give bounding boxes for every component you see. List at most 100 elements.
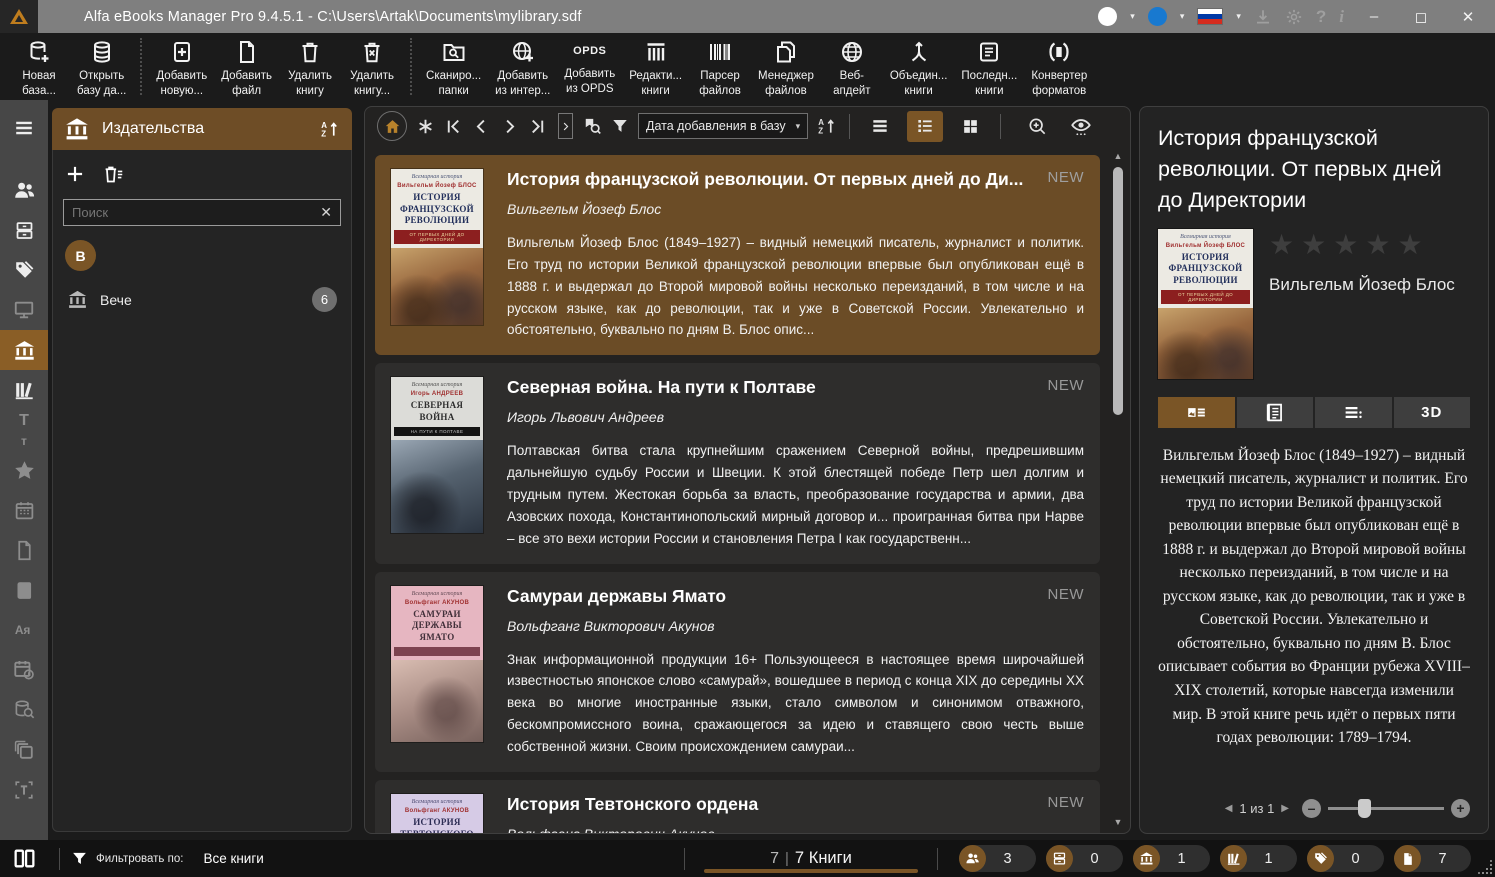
saved-search-icon[interactable] xyxy=(582,116,602,136)
sidebar-item-authors[interactable] xyxy=(0,170,48,210)
sidebar-item-calendar[interactable] xyxy=(0,490,48,530)
scroll-up-icon[interactable]: ▲ xyxy=(1111,151,1125,161)
book-card[interactable]: Всемирная историяВольфганг АКУНОВИСТОРИЯ… xyxy=(375,780,1100,833)
add-file-button[interactable]: Добавитьфайл xyxy=(214,33,279,100)
alphabet-index-badge[interactable]: В xyxy=(65,240,96,271)
pager-prev-icon[interactable]: ◀ xyxy=(1225,803,1233,814)
detail-book-author[interactable]: Вильгельм Йозеф Блос xyxy=(1269,275,1470,295)
new-database-button[interactable]: Новаябаза... xyxy=(8,33,70,100)
star-icon[interactable]: ★ xyxy=(1301,229,1333,260)
home-button[interactable] xyxy=(377,111,407,141)
help-icon[interactable]: ? xyxy=(1316,7,1326,27)
add-from-internet-button[interactable]: Добавитьиз интер... xyxy=(488,33,557,100)
theme-color-swatch-light[interactable] xyxy=(1098,7,1117,26)
sort-az-icon[interactable] xyxy=(320,119,340,139)
info-icon[interactable]: i xyxy=(1339,7,1344,27)
sidebar-item-publishers[interactable] xyxy=(0,330,48,370)
sidebar-item-favorites[interactable] xyxy=(0,450,48,490)
sidebar-item-languages[interactable] xyxy=(0,610,48,650)
minimize-button[interactable]: – xyxy=(1357,8,1391,25)
sidebar-item-dates[interactable] xyxy=(0,650,48,690)
theme-color-swatch-accent[interactable] xyxy=(1148,7,1167,26)
storage-count-badge[interactable]: 0 xyxy=(1046,845,1123,872)
resize-grip[interactable] xyxy=(1490,872,1492,874)
maximize-button[interactable]: ◻ xyxy=(1404,8,1438,26)
sidebar-item-titles[interactable] xyxy=(0,770,48,810)
files-count-badge[interactable]: 7 xyxy=(1394,845,1471,872)
sidebar-item-devices[interactable] xyxy=(0,290,48,330)
download-update-icon[interactable] xyxy=(1254,8,1272,26)
edit-books-button[interactable]: Редакти...книги xyxy=(622,33,689,100)
sidebar-item-series[interactable] xyxy=(0,370,48,410)
tab-overview[interactable] xyxy=(1158,397,1235,428)
rating-stars[interactable]: ★★★★★ xyxy=(1269,231,1470,259)
sidebar-item-storage[interactable] xyxy=(0,210,48,250)
last-record-button[interactable] xyxy=(528,117,547,136)
add-publisher-button[interactable] xyxy=(65,164,85,185)
zoom-in-icon[interactable]: + xyxy=(1451,799,1470,818)
sidebar-item-tags[interactable] xyxy=(0,250,48,290)
first-record-button[interactable] xyxy=(444,117,463,136)
file-manager-button[interactable]: Менеджерфайлов xyxy=(751,33,821,100)
cover-zoom-slider[interactable]: – + xyxy=(1302,799,1470,818)
scroll-down-icon[interactable]: ▼ xyxy=(1111,817,1125,827)
book-card[interactable]: Всемирная историяВольфганг АКУНОВСАМУРАИ… xyxy=(375,572,1100,772)
slider-thumb[interactable] xyxy=(1358,799,1371,818)
delete-book-permanently-button[interactable]: Удалитькнигу... xyxy=(341,33,403,100)
chevron-down-icon[interactable]: ▾ xyxy=(1180,11,1185,22)
scrollbar-thumb[interactable] xyxy=(1113,167,1123,415)
authors-count-badge[interactable]: 3 xyxy=(959,845,1036,872)
all-records-icon[interactable] xyxy=(416,117,435,136)
toggle-panels-button[interactable] xyxy=(0,846,48,871)
filter-icon[interactable] xyxy=(71,850,88,867)
previous-record-button[interactable] xyxy=(472,117,491,136)
publishers-count-badge[interactable]: 1 xyxy=(1133,845,1210,872)
view-options-eye-icon[interactable] xyxy=(1070,115,1092,137)
series-count-badge[interactable]: 1 xyxy=(1220,845,1297,872)
sidebar-item-ebooks[interactable] xyxy=(0,570,48,610)
slider-track[interactable] xyxy=(1328,807,1444,810)
merge-books-button[interactable]: Объедин...книги xyxy=(883,33,955,100)
sort-field-dropdown[interactable]: Дата добавления в базу ▾ xyxy=(638,113,808,139)
star-icon[interactable]: ★ xyxy=(1365,229,1397,260)
scrollbar[interactable]: ▲ ▼ xyxy=(1111,151,1125,827)
recent-books-button[interactable]: Последн...книги xyxy=(954,33,1024,100)
sidebar-item-fonts[interactable]: Tт xyxy=(0,410,48,450)
chevron-down-icon[interactable]: ▾ xyxy=(1236,11,1241,22)
pager-next-icon[interactable]: ▶ xyxy=(1281,803,1289,814)
add-new-book-button[interactable]: Добавитьновую... xyxy=(149,33,214,100)
zoom-out-icon[interactable]: – xyxy=(1302,799,1321,818)
star-icon[interactable]: ★ xyxy=(1333,229,1365,260)
filter-icon[interactable] xyxy=(611,117,629,135)
chevron-down-icon[interactable]: ▾ xyxy=(1130,11,1135,22)
view-table-button[interactable] xyxy=(862,111,898,142)
sidebar-item-database-search[interactable] xyxy=(0,690,48,730)
delete-publisher-button[interactable] xyxy=(103,164,124,185)
sidebar-item-duplicates[interactable] xyxy=(0,730,48,770)
language-flag-russian[interactable] xyxy=(1197,8,1223,25)
view-cards-button[interactable] xyxy=(952,111,988,142)
clear-search-icon[interactable]: ✕ xyxy=(320,204,332,221)
book-card[interactable]: Всемирная историяИгорь АНДРЕЕВСЕВЕРНАЯ В… xyxy=(375,363,1100,563)
view-list-button[interactable] xyxy=(907,111,943,142)
format-converter-button[interactable]: Конвертерформатов xyxy=(1024,33,1094,100)
detail-book-cover[interactable]: Всемирная историяВильгельм Йозеф БЛОСИСТ… xyxy=(1158,229,1253,379)
next-record-button[interactable] xyxy=(500,117,519,136)
close-button[interactable]: ✕ xyxy=(1451,8,1485,26)
book-card[interactable]: Всемирная историяВильгельм Йозеф БЛОСИСТ… xyxy=(375,155,1100,355)
sort-direction-icon[interactable] xyxy=(817,116,837,136)
web-update-button[interactable]: Веб-апдейт xyxy=(821,33,883,100)
star-icon[interactable]: ★ xyxy=(1397,229,1429,260)
file-parser-button[interactable]: Парсерфайлов xyxy=(689,33,751,100)
tab-3d[interactable]: 3D xyxy=(1394,397,1471,428)
add-from-opds-button[interactable]: OPDSДобавитьиз OPDS xyxy=(557,33,622,100)
tags-count-badge[interactable]: 0 xyxy=(1307,845,1384,872)
delete-book-button[interactable]: Удалитькнигу xyxy=(279,33,341,100)
open-database-button[interactable]: Открытьбазу да... xyxy=(70,33,133,100)
publisher-list-item[interactable]: Вече 6 xyxy=(63,279,341,320)
search-input[interactable] xyxy=(72,205,314,220)
tab-details[interactable] xyxy=(1237,397,1314,428)
collapse-panel-button[interactable] xyxy=(558,113,573,139)
filter-value[interactable]: Все книги xyxy=(203,851,263,866)
tab-fields[interactable] xyxy=(1315,397,1392,428)
